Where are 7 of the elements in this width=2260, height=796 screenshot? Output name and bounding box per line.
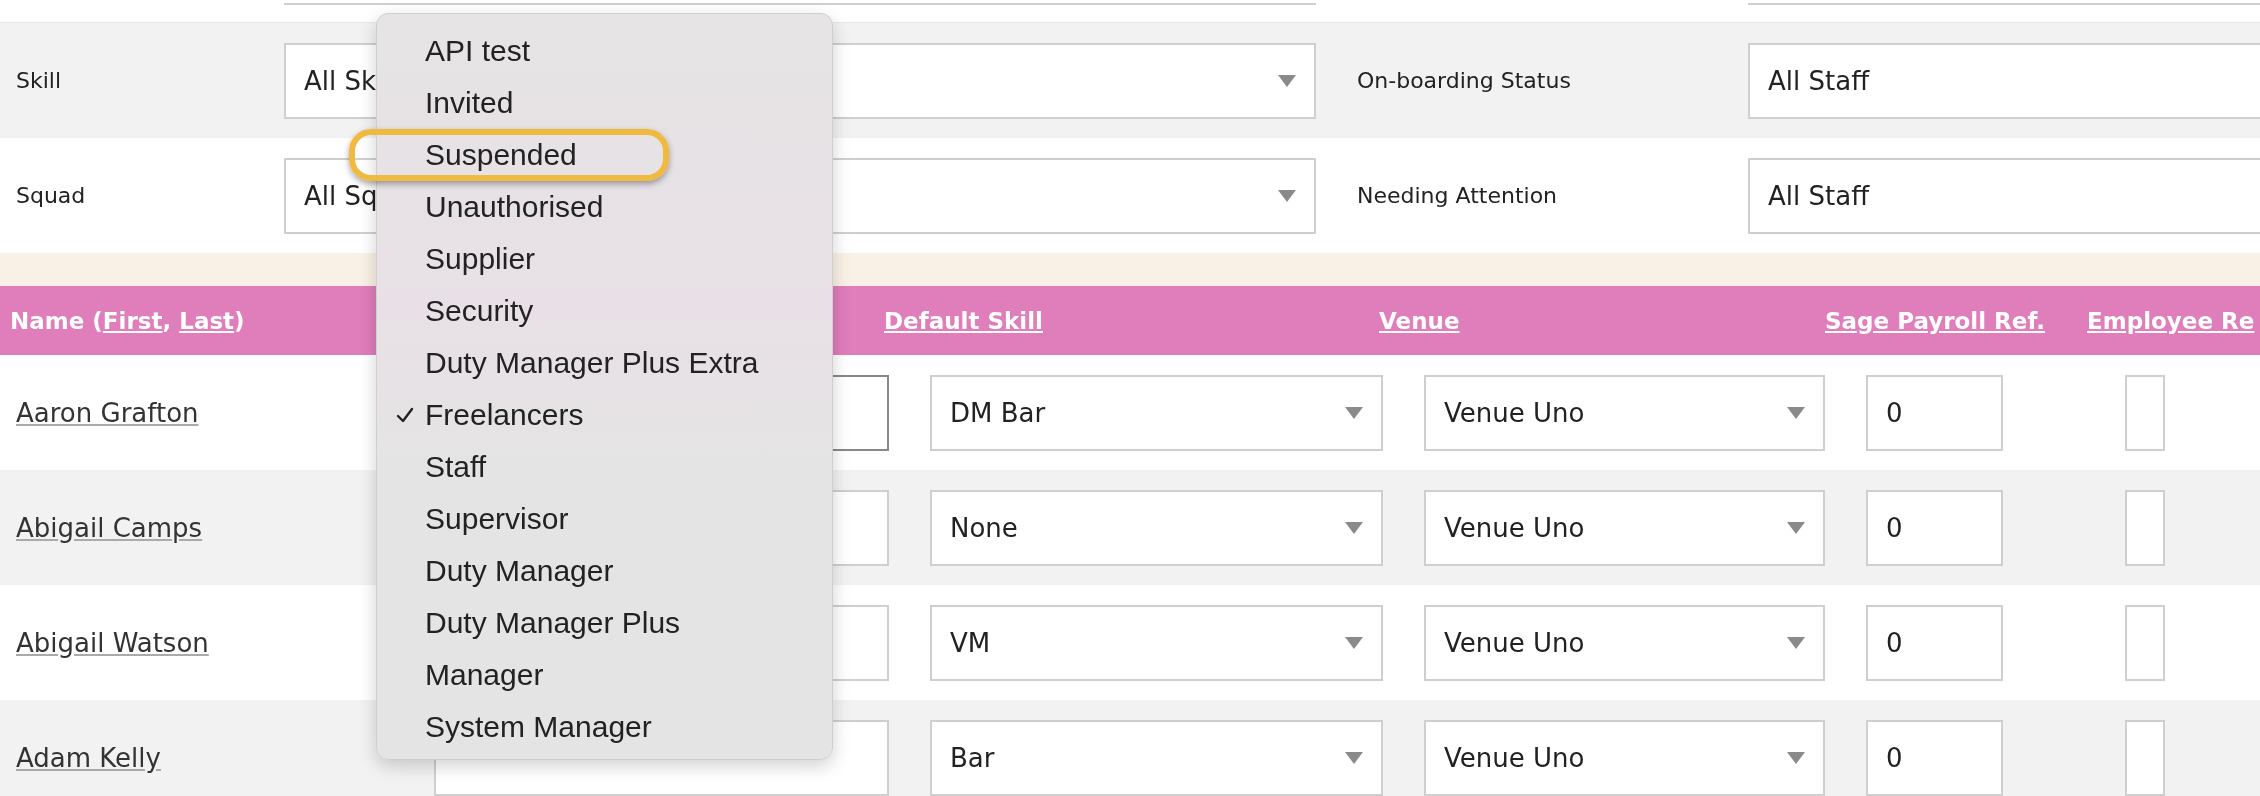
- column-header: ,: [162, 307, 173, 334]
- filter-label: Needing Attention: [1356, 183, 1559, 208]
- filter-label: On-boarding Status: [1356, 68, 1572, 93]
- filter-label: Squad: [15, 183, 87, 208]
- filter-label: Skill: [15, 68, 63, 93]
- column-header: ): [234, 307, 245, 334]
- column-header: Name (: [10, 307, 103, 334]
